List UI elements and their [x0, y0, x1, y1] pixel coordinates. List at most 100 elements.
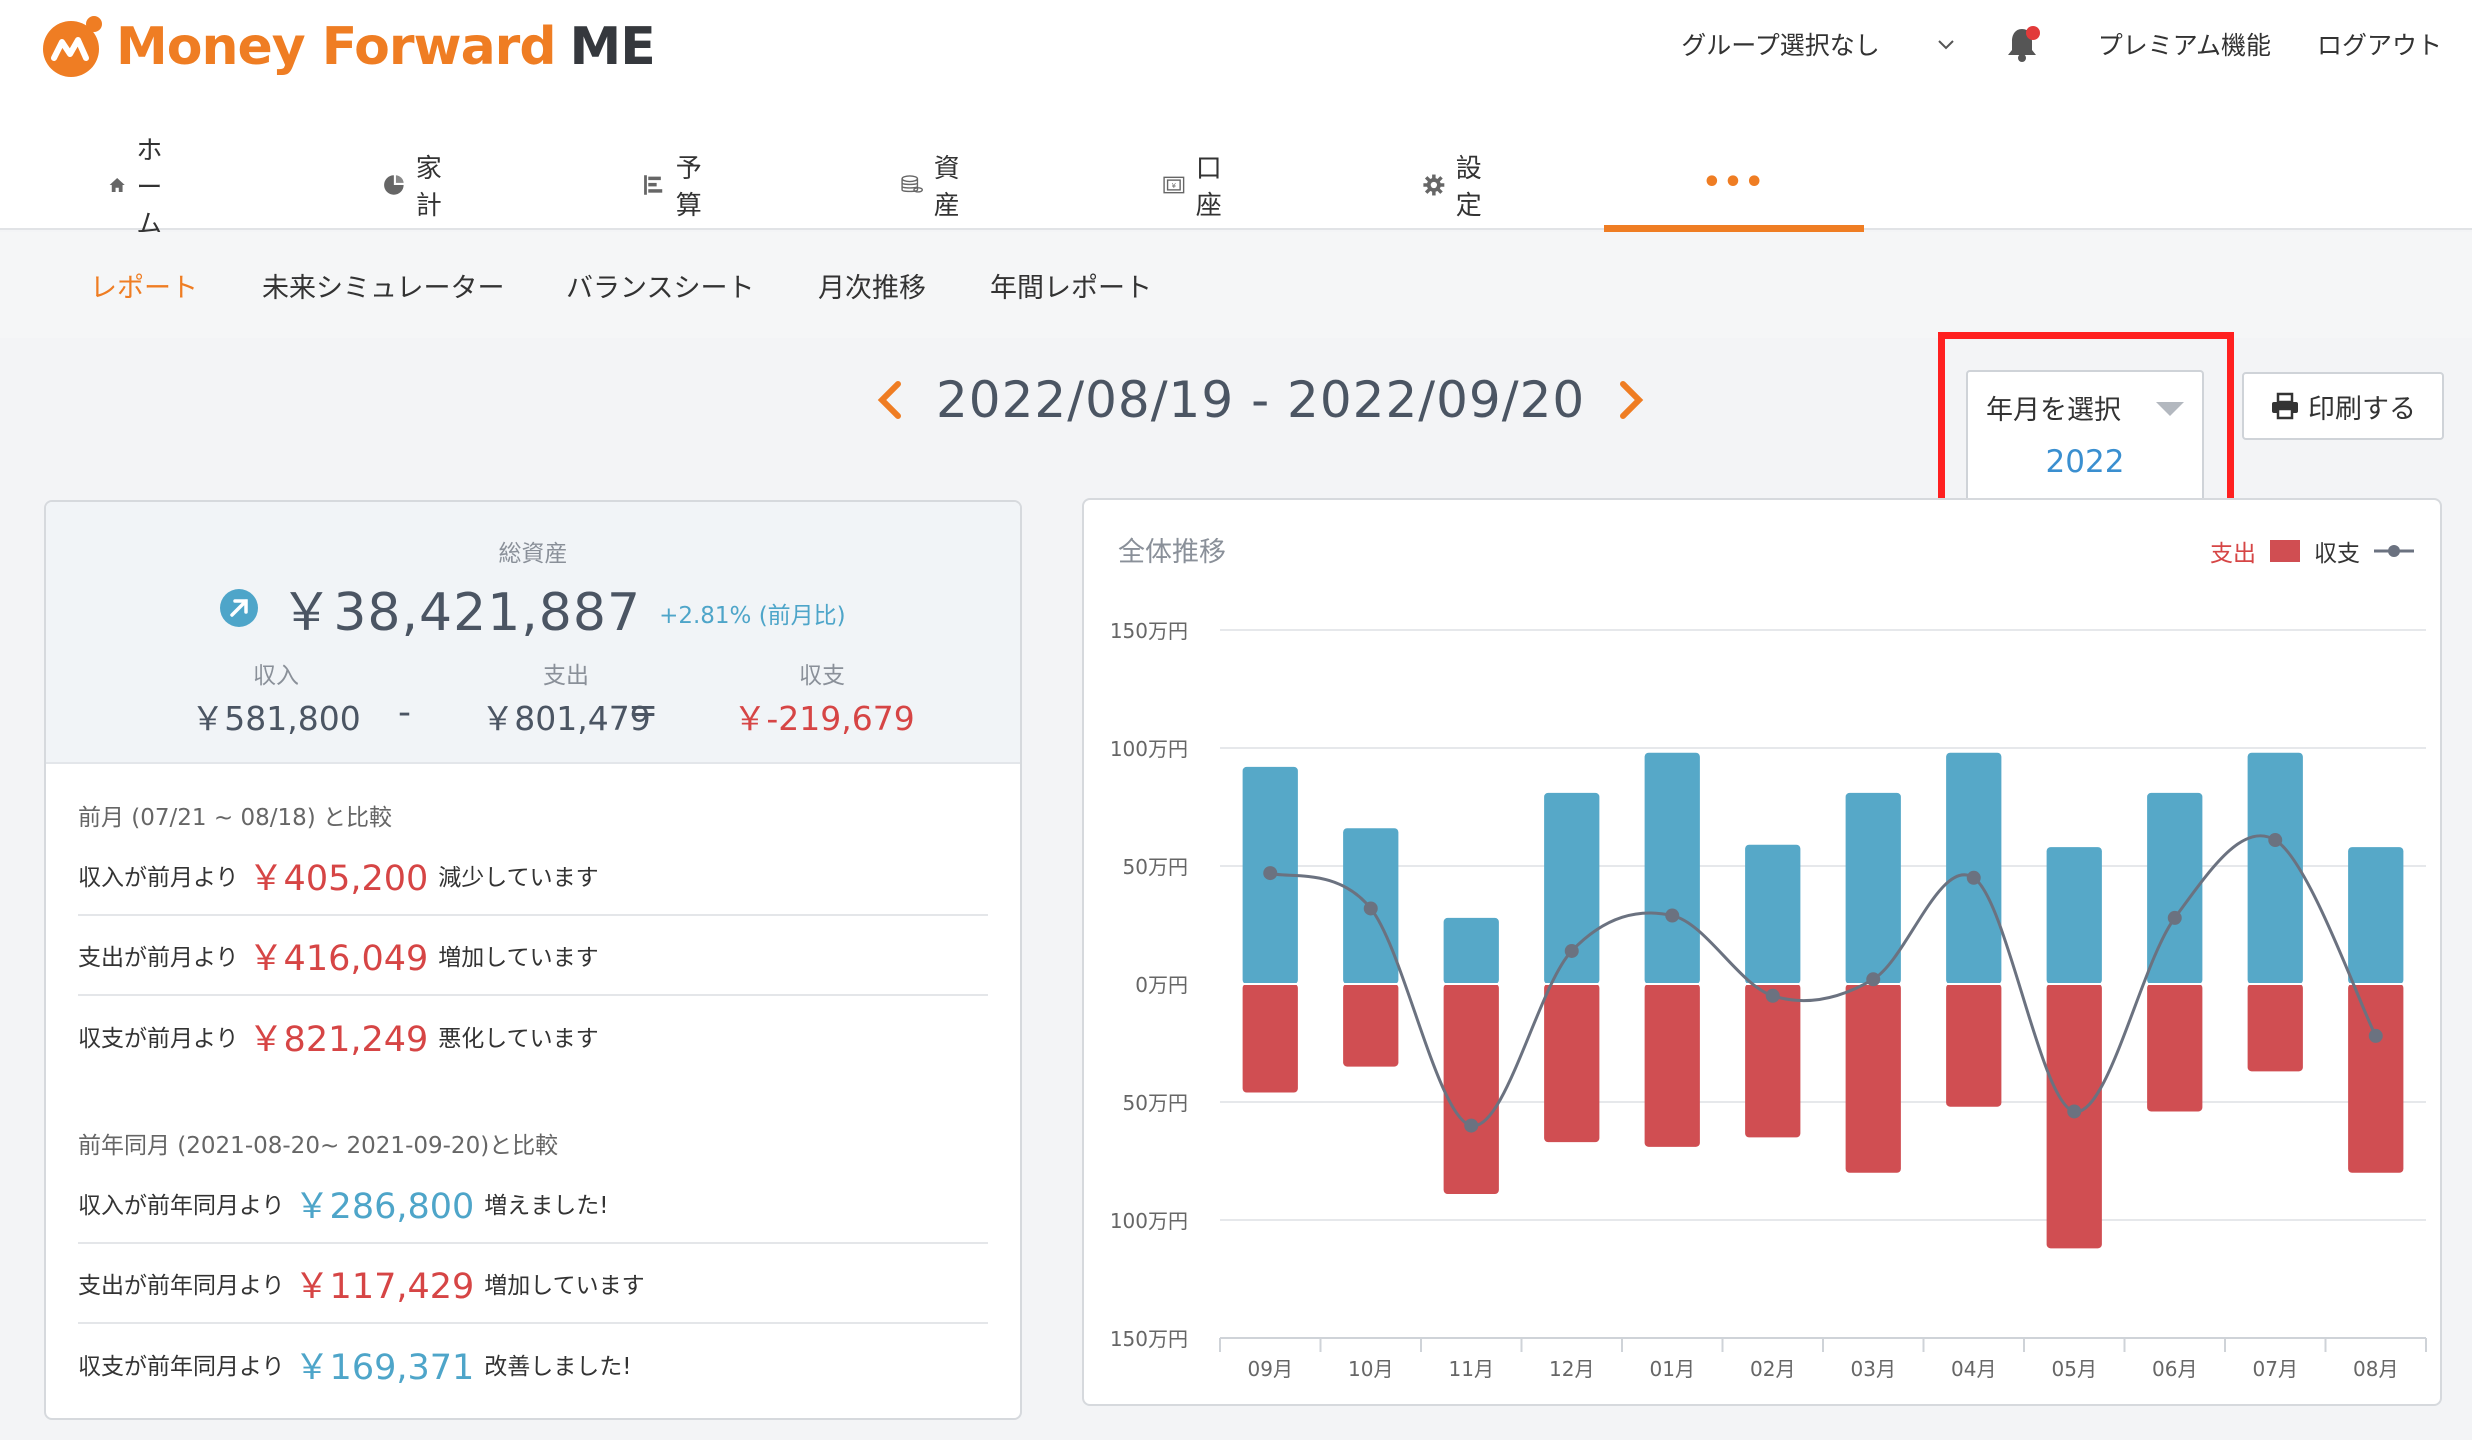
nav-home-label: ホーム	[136, 135, 163, 240]
chart-title: 全体推移	[1118, 537, 1226, 568]
group-select[interactable]: グループ選択なし	[1681, 26, 1880, 62]
logo[interactable]: Money Forward ME	[40, 14, 656, 80]
compare-prev-prefix: 収入が前月より	[78, 865, 239, 891]
arrow-up-right-icon	[220, 588, 259, 627]
budget-icon	[644, 175, 663, 195]
nav-home[interactable]: ホーム	[108, 136, 178, 240]
logo-text: Money Forward ME	[116, 17, 656, 77]
summary-card: 総資産 ￥38,421,887 +2.81% (前月比) 収入 支出 収支 ￥5…	[44, 500, 1022, 1420]
compare-year-amount: ￥286,800	[294, 1186, 475, 1227]
home-icon	[109, 177, 125, 193]
income-bar	[2046, 847, 2102, 984]
chevron-left-icon[interactable]	[870, 378, 910, 422]
expense-bar	[1644, 984, 1700, 1147]
balance-point	[1263, 866, 1278, 881]
income-bar	[1644, 752, 1700, 984]
compare-year-suffix: 増えました!	[484, 1193, 609, 1219]
nav-household[interactable]: 家計	[382, 140, 452, 230]
income-bar	[1443, 917, 1499, 984]
income-bar	[2348, 847, 2404, 984]
compare-year-prefix: 収入が前年同月より	[78, 1193, 285, 1219]
premium-link[interactable]: プレミアム機能	[2098, 26, 2271, 62]
legend-balance-label: 収支	[2314, 541, 2360, 567]
printer-icon	[2272, 392, 2298, 420]
balance-point	[1464, 1118, 1479, 1133]
balance-point	[1665, 908, 1680, 923]
y-tick-label: 150万円	[1110, 619, 1188, 643]
nav-settings-label: 設定	[1455, 154, 1482, 221]
logo-mark-icon	[43, 16, 102, 77]
top-right-links: グループ選択なし プレミアム機能 ログアウト	[1681, 24, 2442, 64]
y-tick-label: 0万円	[1135, 973, 1188, 997]
subnav-annual-report[interactable]: 年間レポート	[990, 232, 1152, 338]
compare-prev-amount: ￥416,049	[248, 938, 429, 979]
x-tick-label: 07月	[2253, 1357, 2298, 1381]
total-assets-row: ￥38,421,887 +2.81% (前月比)	[46, 570, 1020, 645]
balance-point	[2167, 910, 2182, 925]
subnav-balance-sheet[interactable]: バランスシート	[566, 232, 754, 338]
total-assets-value: ￥38,421,887	[280, 583, 642, 643]
compare-year-prefix: 収支が前年同月より	[78, 1354, 285, 1380]
compare-year-suffix: 増加しています	[484, 1273, 645, 1299]
expense-bar	[1343, 984, 1399, 1067]
nav-budget[interactable]: 予算	[642, 140, 712, 230]
compare-prev-suffix: 悪化しています	[438, 1026, 599, 1052]
x-tick-label: 06月	[2152, 1357, 2197, 1381]
y-tick-label: 50万円	[1123, 1091, 1188, 1115]
expense-bar	[1443, 984, 1499, 1195]
nav-settings[interactable]: 設定	[1422, 140, 1492, 230]
total-assets-label: 総資産	[498, 541, 568, 567]
legend-expense-label: 支出	[2210, 541, 2256, 567]
compare-prev-suffix: 減少しています	[438, 865, 599, 891]
subnav-monthly-trend[interactable]: 月次推移	[818, 232, 926, 338]
equals-sign: =	[628, 690, 659, 731]
y-tick-label: 100万円	[1110, 737, 1188, 761]
nav-assets[interactable]: 資産	[900, 140, 970, 230]
period-label: 2022/08/19 - 2022/09/20	[936, 371, 1586, 429]
chevron-right-icon[interactable]	[1611, 378, 1651, 422]
compare-year-row: 収入が前年同月より ￥286,800 増えました!	[78, 1164, 988, 1244]
compare-prev-amount: ￥821,249	[248, 1019, 429, 1060]
balance-value: ￥-219,679	[733, 699, 915, 738]
income-bar	[2247, 752, 2303, 984]
more-icon: •••	[1702, 165, 1766, 200]
nav-more[interactable]: •••	[1604, 140, 1864, 232]
balance-line	[1269, 834, 2378, 1128]
expense-bar	[1946, 984, 2002, 1107]
balance-label: 収支	[799, 663, 845, 689]
chevron-down-icon[interactable]	[1936, 34, 1956, 54]
x-tick-label: 11月	[1449, 1357, 1494, 1381]
logout-link[interactable]: ログアウト	[2317, 26, 2442, 62]
y-tick-label: 50万円	[1123, 855, 1188, 879]
compare-year-suffix: 改善しました!	[484, 1354, 632, 1380]
x-tick-label: 05月	[2052, 1357, 2097, 1381]
nav-assets-label: 資産	[933, 154, 960, 221]
expense-bar	[1242, 984, 1298, 1093]
header: Money Forward ME グループ選択なし プレミアム機能 ログアウト ホ…	[0, 0, 2472, 240]
x-tick-label: 03月	[1851, 1357, 1896, 1381]
bell-icon[interactable]	[2002, 24, 2042, 64]
income-bar	[1745, 844, 1801, 984]
y-tick-label: 150万円	[1110, 1327, 1188, 1351]
nav-accounts[interactable]: ¥ 口座	[1162, 140, 1232, 230]
income-label: 収入	[253, 663, 299, 689]
subnav-future-simulator[interactable]: 未来シミュレーター	[262, 232, 504, 338]
minus-sign: -	[398, 692, 411, 733]
nav-budget-label: 予算	[675, 154, 702, 221]
balance-point	[2368, 1028, 2383, 1043]
compare-prev-row: 収入が前月より ￥405,200 減少しています	[78, 836, 988, 916]
balance-point	[1564, 943, 1579, 958]
balance-point	[2067, 1104, 2082, 1119]
coins-icon	[901, 175, 924, 193]
compare-year-title: 前年同月 (2021-08-20~ 2021-09-20)と比較	[78, 1133, 559, 1159]
balance-point	[1363, 901, 1378, 916]
print-button-label: 印刷する	[2308, 393, 2416, 425]
compare-year-amount: ￥169,371	[294, 1347, 475, 1388]
trend-chart-card: 150万円 100万円 50万円 0万円 50万円 100万円 150万円 09月 10月 11月…	[1082, 498, 2442, 1406]
bank-icon: ¥	[1163, 176, 1185, 194]
expense-bar	[1845, 984, 1901, 1173]
print-button[interactable]: 印刷する	[2242, 372, 2444, 440]
x-tick-label: 09月	[1248, 1357, 1293, 1381]
subnav-report[interactable]: レポート	[90, 232, 198, 338]
compare-prev-row: 収支が前月より ￥821,249 悪化しています	[78, 996, 988, 1076]
